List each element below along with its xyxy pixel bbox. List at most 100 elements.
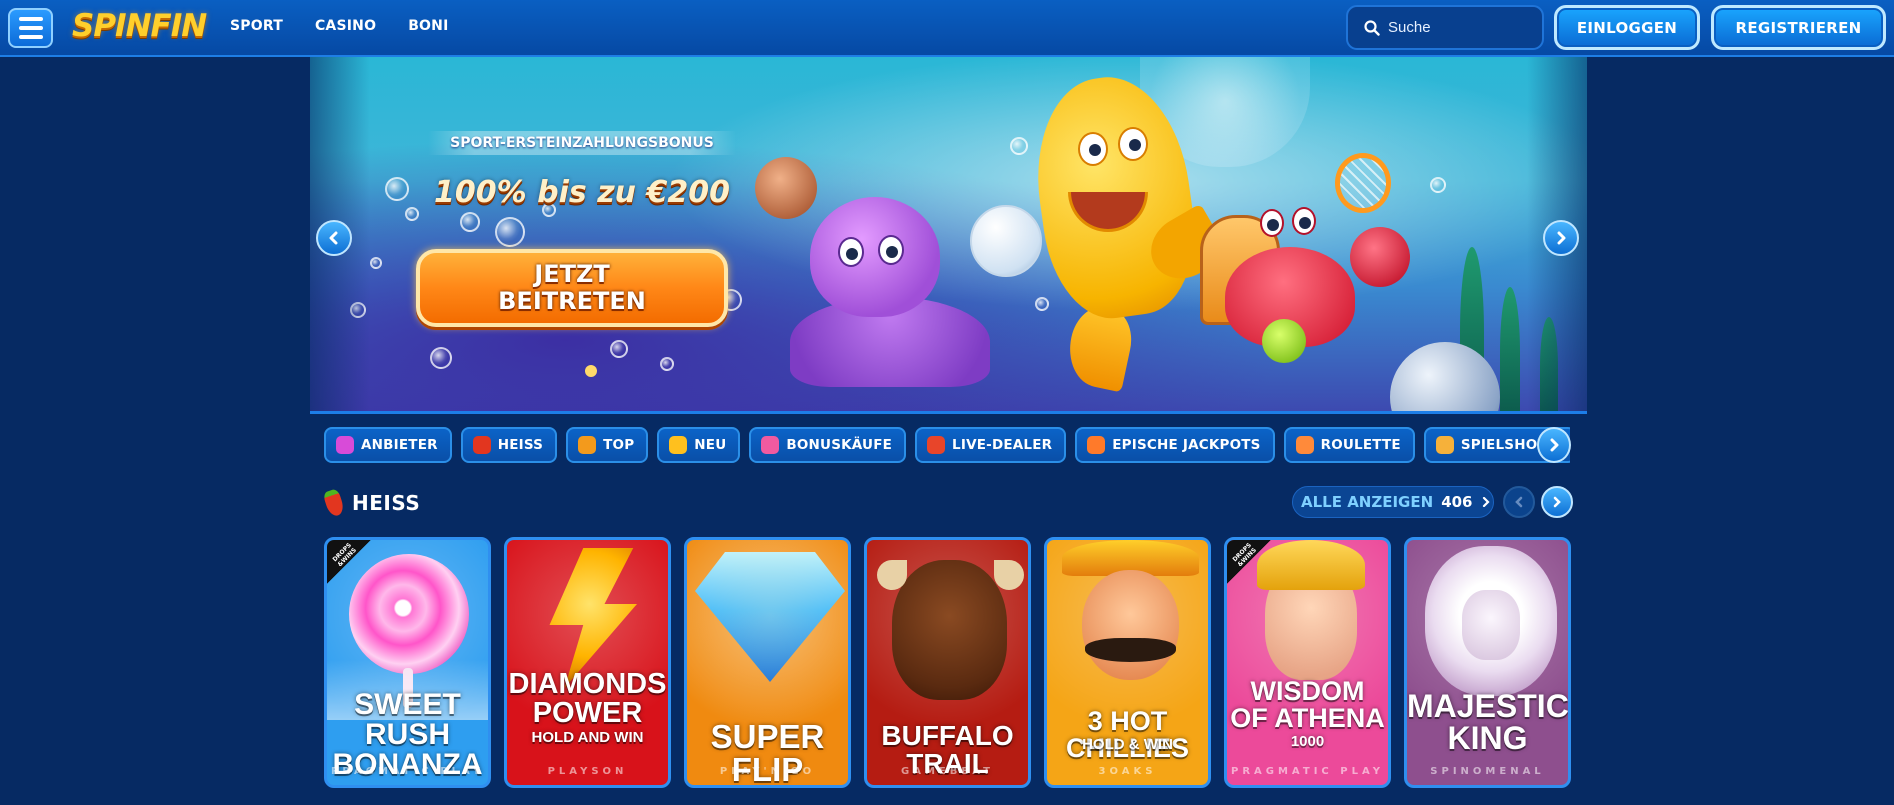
games-next-button[interactable] (1541, 486, 1573, 518)
game-tile[interactable]: BUFFALO TRAIL GAMEBEAT (864, 537, 1031, 788)
login-button[interactable]: EINLOGGEN (1554, 5, 1700, 50)
drops-wins-badge: DROPS &WINS (327, 540, 371, 584)
tennis-racket-illustration (1335, 153, 1391, 213)
soccer-ball-illustration (970, 205, 1042, 277)
bubble (370, 257, 382, 269)
view-all-count: 406 (1441, 493, 1473, 511)
game-art (877, 560, 907, 590)
join-now-button[interactable]: JETZT BEITRETEN (416, 249, 728, 327)
hero-prev-button[interactable] (316, 220, 352, 256)
basketball-illustration (755, 157, 817, 219)
game-art (1082, 570, 1179, 680)
bubble (430, 347, 452, 369)
game-subtitle: HOLD & WIN (1082, 736, 1173, 753)
game-title: 3 HOT CHILLIES (1065, 706, 1189, 763)
category-label: EPISCHE JACKPOTS (1112, 437, 1261, 453)
chevron-right-icon (1553, 496, 1561, 508)
games-row: SWEET RUSH BONANZA PRAGMATIC PLAY DROPS &W… (324, 537, 1571, 788)
game-tile[interactable]: DIAMONDS POWER HOLD AND WIN PLAYSON (504, 537, 671, 788)
menu-line (18, 35, 43, 39)
bubble (660, 357, 674, 371)
bubble (1035, 297, 1049, 311)
hero-kicker: SPORT-ERSTEINZAHLUNGSBONUS (428, 131, 736, 155)
game-provider: PLAYSON (547, 766, 628, 777)
lightning-icon (669, 436, 688, 454)
game-subtitle: 1000 (1290, 733, 1325, 750)
section-title: HEISS (352, 491, 421, 515)
category-roulette[interactable]: ROULETTE (1283, 427, 1415, 463)
bubble (610, 340, 628, 358)
bubble (495, 217, 525, 247)
view-all-label: ALLE ANZEIGEN (1301, 493, 1434, 511)
game-tile[interactable]: MAJESTIC KING SPINOMENAL (1404, 537, 1571, 788)
crown-icon (578, 436, 597, 454)
octopus-illustration (810, 197, 940, 317)
crab-claw (1350, 227, 1410, 287)
category-bar: ANBIETER HEISS TOP NEU BONUSKÄUFE LIVE-DEALER… (324, 427, 1570, 463)
category-label: ROULETTE (1320, 437, 1401, 453)
gift-icon (761, 436, 780, 454)
game-tile[interactable]: SWEET RUSH BONANZA PRAGMATIC PLAY DROPS &W… (324, 537, 491, 788)
drops-wins-badge: DROPS &WINS (1227, 540, 1271, 584)
crab-eye (1260, 209, 1284, 237)
section-header: HEISS (322, 487, 421, 519)
hero-banner[interactable]: SPORT-ERSTEINZAHLUNGSBONUS 100% bis zu €… (310, 57, 1587, 414)
category-epische-jackpots[interactable]: EPISCHE JACKPOTS (1075, 427, 1275, 463)
hero-next-button[interactable] (1543, 220, 1579, 256)
carousel-dot[interactable] (585, 365, 597, 377)
bubble (1430, 177, 1446, 193)
seaweed (1500, 287, 1520, 411)
nav-casino[interactable]: CASINO (315, 18, 376, 34)
game-art (892, 560, 1007, 700)
crab-eye (1292, 207, 1316, 235)
game-provider: PLAY'N GO (719, 766, 816, 777)
search-input[interactable] (1388, 19, 1528, 36)
fish-eye (1118, 127, 1148, 161)
games-prev-button[interactable] (1503, 486, 1535, 518)
category-top[interactable]: TOP (566, 427, 649, 463)
category-neu[interactable]: NEU (657, 427, 741, 463)
register-button[interactable]: REGISTRIEREN (1711, 5, 1886, 50)
game-art (549, 548, 637, 688)
bubble (460, 212, 480, 232)
category-bonuskäufe[interactable]: BONUSKÄUFE (749, 427, 907, 463)
category-heiss[interactable]: HEISS (460, 427, 558, 463)
menu-line (18, 17, 43, 21)
octopus-eye (838, 237, 864, 267)
tennis-ball-illustration (1262, 319, 1306, 363)
game-art (994, 560, 1024, 590)
game-provider: PRAGMATIC PLAY (1231, 766, 1384, 777)
chip-icon (927, 436, 946, 454)
octopus-eye (878, 235, 904, 265)
menu-line (18, 26, 43, 30)
category-anbieter[interactable]: ANBIETER (324, 427, 452, 463)
game-provider: GAMEBEAT (901, 766, 994, 777)
category-next-button[interactable] (1537, 427, 1571, 463)
game-title: WISDOM OF ATHENA (1230, 676, 1385, 733)
hero-headline: 100% bis zu €200 (434, 175, 730, 210)
hamburger-menu-button[interactable] (8, 8, 53, 48)
game-provider: 3OAKS (1098, 766, 1157, 777)
game-provider: SPINOMENAL (1430, 766, 1545, 777)
category-label: HEISS (497, 437, 544, 453)
category-row: ANBIETER HEISS TOP NEU BONUSKÄUFE LIVE-DEALER… (324, 427, 1570, 463)
jackpot-icon (1087, 436, 1106, 454)
game-tile[interactable]: SUPER FLIP PLAY'N GO (684, 537, 851, 788)
nav-sport[interactable]: SPORT (230, 18, 283, 34)
bubble (405, 207, 419, 221)
view-all-button[interactable]: ALLE ANZEIGEN 406 (1292, 486, 1494, 518)
category-label: NEU (694, 437, 727, 453)
chili-icon (472, 436, 491, 454)
category-label: LIVE-DEALER (952, 437, 1053, 453)
nav-boni[interactable]: BONI (408, 18, 448, 34)
main-nav: SPORT CASINO BONI (230, 0, 449, 52)
game-tile[interactable]: 3 HOT CHILLIES HOLD & WIN 3OAKS (1044, 537, 1211, 788)
fish-eye (1078, 132, 1108, 166)
game-art (1085, 638, 1176, 662)
game-tile[interactable]: WISDOM OF ATHENA 1000 PRAGMATIC PLAY DROPS … (1224, 537, 1391, 788)
game-title: DIAMONDS POWER (508, 668, 667, 729)
spinfin-logo[interactable]: SPINFIN (72, 8, 207, 44)
category-live-dealer[interactable]: LIVE-DEALER (915, 427, 1067, 463)
search-box[interactable] (1346, 5, 1544, 50)
category-label: ANBIETER (361, 437, 438, 453)
